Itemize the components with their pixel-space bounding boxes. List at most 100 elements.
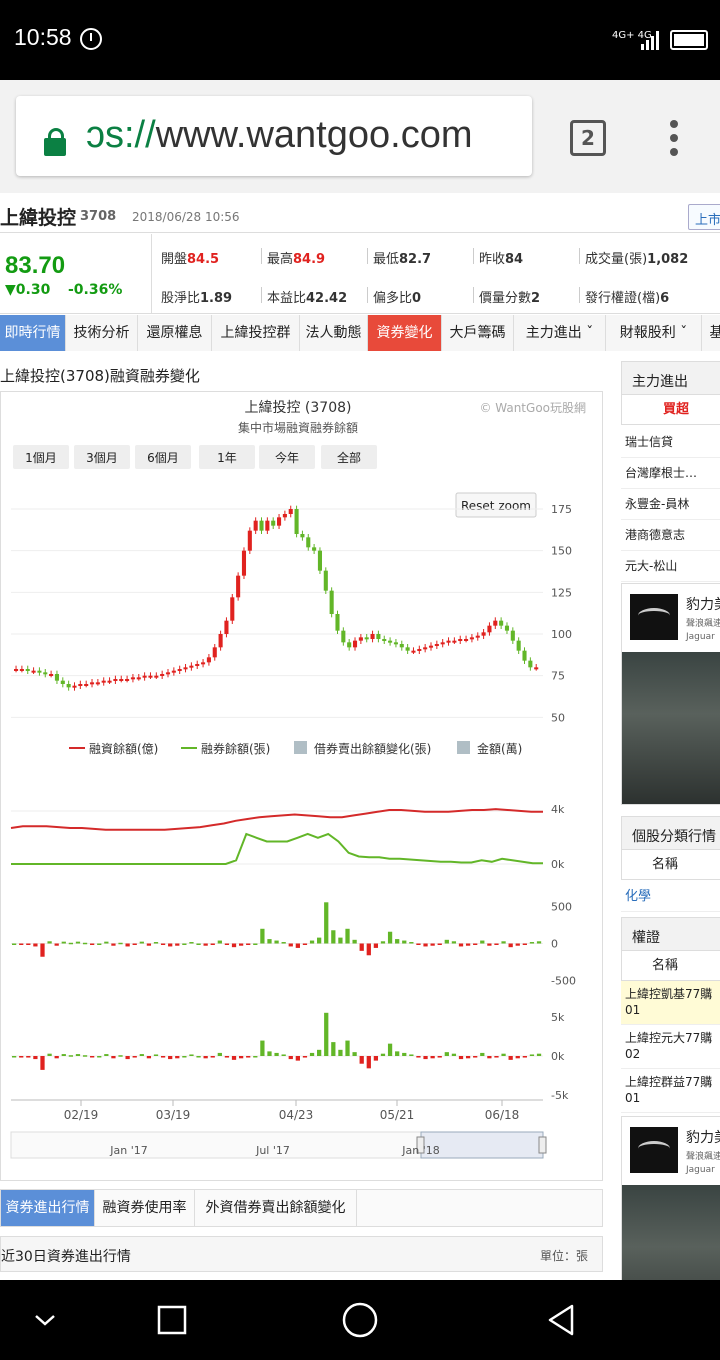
back-icon[interactable] bbox=[544, 1302, 578, 1338]
nav-tab[interactable]: 基 bbox=[702, 315, 720, 351]
amount-bar bbox=[402, 1052, 407, 1056]
sub-tab[interactable]: 融資券使用率 bbox=[95, 1190, 195, 1226]
lend-change-bar bbox=[246, 943, 251, 945]
ad-banner[interactable]: 豹力美 聲浪飆速 Jaguar bbox=[621, 583, 720, 805]
nav-tab[interactable]: 還原權息 bbox=[138, 315, 212, 351]
amount-bar bbox=[61, 1054, 66, 1056]
reset-zoom-label[interactable]: Reset zoom bbox=[461, 499, 531, 513]
quote-stat: 偏多比0 bbox=[373, 287, 421, 306]
margin-chart: 上緯投控 (3708) 集中市場融資融券餘額 © WantGoo玩股網 1個月 3個月 6… bbox=[0, 391, 603, 1181]
recents-icon[interactable] bbox=[156, 1304, 188, 1336]
candle-body bbox=[516, 640, 521, 651]
lend-change-bar bbox=[437, 943, 442, 945]
lend-change-bar bbox=[153, 942, 159, 944]
ad-title: 豹力美 bbox=[686, 1130, 720, 1146]
lend-change-bar bbox=[480, 940, 485, 944]
candle-body bbox=[481, 632, 486, 636]
nav-tab[interactable]: 技術分析 bbox=[66, 315, 138, 351]
nav-tab[interactable]: 即時行情 bbox=[0, 315, 66, 351]
range-button-label[interactable]: 1個月 bbox=[25, 451, 57, 465]
buy-over-label[interactable]: 買超 bbox=[621, 395, 720, 425]
amount-bar bbox=[210, 1056, 215, 1058]
tab-switcher-button[interactable]: 2 bbox=[570, 120, 606, 156]
stat-value: 1,082 bbox=[647, 252, 689, 267]
lend-change-bar bbox=[175, 943, 180, 946]
lend-change-bar bbox=[494, 943, 499, 945]
amount-bar bbox=[359, 1056, 364, 1064]
nav-tab[interactable]: 財報股利 ˇ bbox=[606, 315, 702, 351]
sub-tab[interactable]: 資券進出行情 bbox=[1, 1190, 95, 1226]
candle-body bbox=[218, 634, 223, 648]
web-page: 上緯投控 3708 2018/06/28 10:56 上市 83.70 ▼0.3… bbox=[0, 193, 720, 1280]
candle-body bbox=[458, 639, 463, 641]
address-bar[interactable]: ɔs://www.wantgoo.com bbox=[16, 96, 532, 176]
range-button-label[interactable]: 3個月 bbox=[86, 451, 118, 465]
x-tick-label: 03/19 bbox=[156, 1108, 191, 1122]
legend-label: 金額(萬) bbox=[477, 741, 522, 756]
candle-body bbox=[154, 675, 159, 678]
amount-bar bbox=[309, 1052, 315, 1056]
broker-item[interactable]: 港商德意志 bbox=[621, 520, 720, 551]
x-tick-label: 02/19 bbox=[64, 1108, 99, 1122]
candle-body bbox=[177, 669, 182, 671]
range-button-label[interactable]: 6個月 bbox=[147, 451, 179, 465]
amount-tick-label: -5k bbox=[551, 1089, 569, 1102]
broker-item[interactable]: 元大-松山 bbox=[621, 551, 720, 582]
ad-banner-2[interactable]: 豹力美 聲浪飆速 Jaguar bbox=[621, 1116, 720, 1280]
lend-change-bar bbox=[260, 928, 265, 944]
amount-bar bbox=[515, 1056, 520, 1059]
warrant-item[interactable]: 上緯控元大77購02 bbox=[621, 1025, 720, 1069]
balance-tick-label: 0k bbox=[551, 858, 565, 871]
lend-change-bar bbox=[302, 943, 308, 945]
warrant-item[interactable]: 上緯控群益77購01 bbox=[621, 1069, 720, 1113]
range-button-label[interactable]: 1年 bbox=[217, 451, 237, 465]
stat-label: 開盤 bbox=[161, 252, 188, 267]
candle-body bbox=[376, 634, 381, 639]
stat-value: 84.9 bbox=[293, 252, 326, 267]
candle-body bbox=[107, 680, 112, 683]
price-tick-label: 175 bbox=[551, 503, 572, 516]
candle-body bbox=[89, 682, 95, 685]
broker-item[interactable]: 永豐金-員林 bbox=[621, 489, 720, 520]
navigator-handle-right[interactable] bbox=[538, 1136, 547, 1154]
range-button-label[interactable]: 全部 bbox=[337, 450, 361, 465]
warrant-item[interactable]: 上緯控凱基77購01 bbox=[621, 981, 720, 1025]
candle-body bbox=[142, 675, 147, 678]
candle-body bbox=[148, 675, 153, 678]
home-icon[interactable] bbox=[340, 1300, 380, 1340]
broker-item[interactable]: 瑞士信貸 bbox=[621, 427, 720, 458]
range-button-label[interactable]: 今年 bbox=[275, 450, 299, 465]
amount-bar bbox=[111, 1056, 116, 1059]
stat-separator bbox=[261, 287, 262, 303]
lend-change-bar bbox=[139, 941, 144, 944]
ad-text: 聲浪飆速 Jaguar bbox=[686, 1151, 720, 1177]
navigator-tick-label: Jan '18 bbox=[401, 1144, 439, 1157]
broker-item[interactable]: 台灣摩根士… bbox=[621, 458, 720, 489]
overflow-menu-icon[interactable] bbox=[666, 120, 682, 156]
candle-body bbox=[347, 642, 352, 648]
legend-label: 融券餘額(張) bbox=[201, 741, 270, 756]
sub-tab[interactable]: 外資借券賣出餘額變化 bbox=[195, 1190, 357, 1226]
amount-bar bbox=[246, 1056, 251, 1058]
nav-tab[interactable]: 上緯投控群 bbox=[212, 315, 300, 351]
nav-tab[interactable]: 大戶籌碼 bbox=[442, 315, 514, 351]
lend-change-bar bbox=[487, 943, 492, 946]
price-tick-label: 50 bbox=[551, 711, 565, 724]
stat-separator bbox=[579, 287, 580, 303]
nav-tab[interactable]: 法人動態 bbox=[300, 315, 368, 351]
category-item[interactable]: 化學 bbox=[621, 882, 720, 912]
stock-name: 上緯投控 bbox=[0, 207, 77, 229]
market-button[interactable]: 上市 bbox=[688, 204, 720, 230]
candle-body bbox=[452, 640, 457, 643]
main-force-title: 主力進出 bbox=[621, 361, 720, 395]
quote-stat: 開盤84.5 bbox=[161, 248, 219, 267]
amount-bar bbox=[104, 1054, 109, 1056]
lend-change-bar bbox=[458, 943, 464, 947]
candle-body bbox=[306, 537, 311, 548]
chevron-down-icon[interactable] bbox=[30, 1308, 60, 1332]
nav-tab[interactable]: 主力進出 ˇ bbox=[514, 315, 606, 351]
lend-change-bar bbox=[26, 943, 31, 945]
amount-bar bbox=[465, 1056, 471, 1059]
nav-tab[interactable]: 資券變化 bbox=[368, 315, 442, 351]
amount-bar bbox=[68, 1055, 74, 1057]
